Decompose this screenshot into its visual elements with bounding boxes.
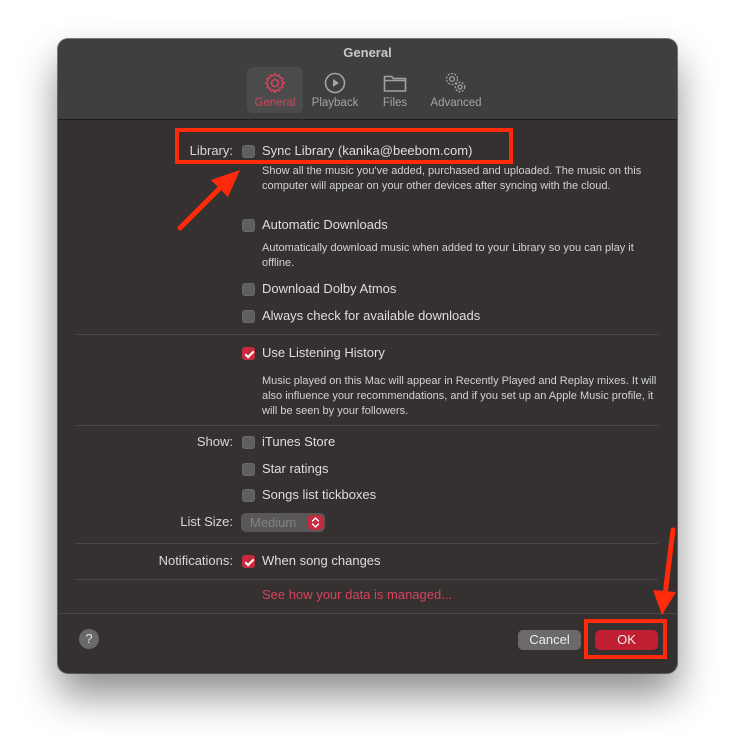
annotation-arrows bbox=[177, 170, 676, 615]
annotation-arrow-icon bbox=[177, 170, 240, 231]
annotation-arrow-icon bbox=[653, 527, 676, 615]
